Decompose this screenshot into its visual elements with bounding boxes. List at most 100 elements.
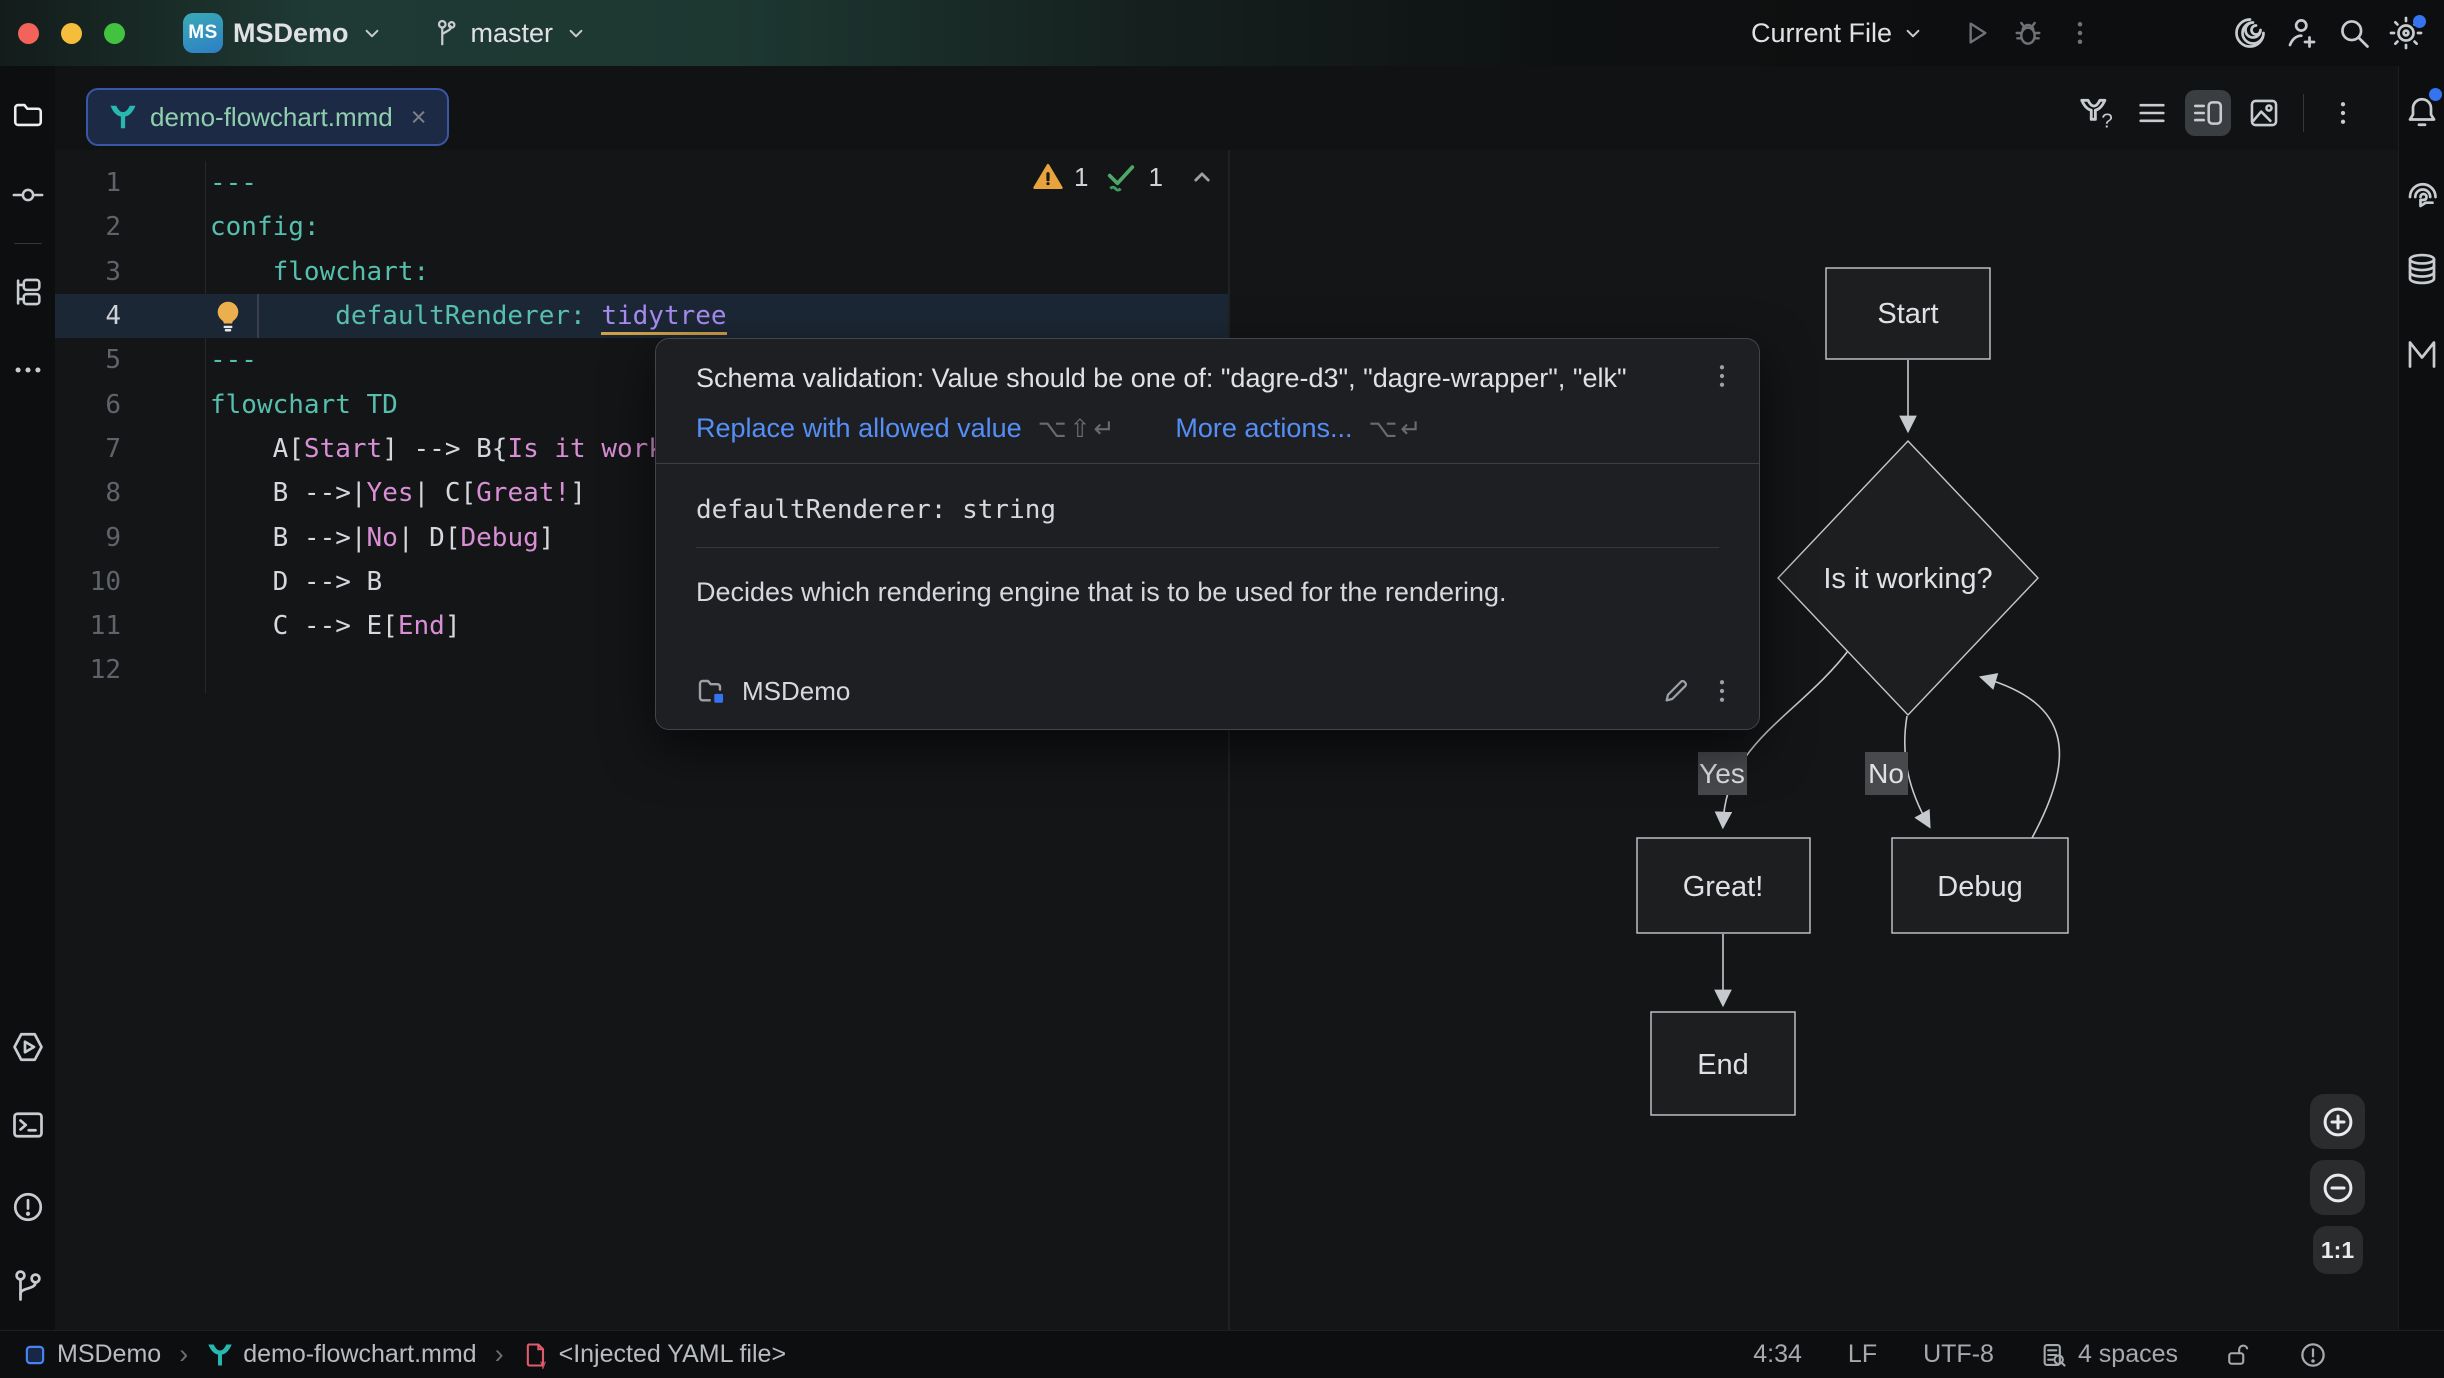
zoom-in-button[interactable] — [2310, 1094, 2365, 1149]
edge-debug-question — [1984, 678, 2059, 838]
zoom-out-button[interactable] — [2310, 1160, 2365, 1215]
svg-text:?: ? — [2101, 109, 2112, 132]
mermaid-file-icon — [108, 102, 138, 132]
code-text[interactable]: D --> B — [206, 567, 382, 597]
edit-pencil-icon[interactable] — [1661, 676, 1691, 706]
caret-position-widget[interactable]: 4:34 — [1753, 1340, 1802, 1369]
error-analysis-widget[interactable] — [2298, 1340, 2328, 1370]
structure-tool-button[interactable] — [11, 275, 45, 309]
more-actions-button[interactable] — [2058, 11, 2102, 55]
mermaid-chart-tool-button[interactable] — [2404, 335, 2440, 371]
line-number[interactable]: 5 — [55, 338, 206, 382]
warning-count[interactable]: 1 — [1074, 162, 1088, 193]
editor-preview-split-button[interactable] — [2185, 90, 2231, 136]
more-dots-icon — [11, 353, 45, 387]
code-text[interactable]: --- — [206, 168, 257, 198]
indent-doc-search-icon — [2040, 1341, 2068, 1369]
close-window-button[interactable] — [18, 23, 39, 44]
breadcrumb-file[interactable]: demo-flowchart.mmd — [206, 1340, 476, 1369]
search-everywhere-button[interactable] — [2332, 11, 2376, 55]
edge-label-no: No — [1865, 752, 1908, 795]
debug-button[interactable] — [2006, 11, 2050, 55]
kebab-menu-icon[interactable] — [1707, 676, 1737, 706]
more-actions-link[interactable]: More actions... — [1175, 413, 1352, 444]
code-with-me-button[interactable] — [2280, 11, 2324, 55]
code-text[interactable]: B -->|No| D[Debug] — [206, 523, 554, 553]
breadcrumbs: MSDemo › demo-flowchart.mmd › y <Injecte… — [22, 1339, 786, 1370]
folder-icon — [11, 98, 45, 132]
ok-count[interactable]: 1 — [1148, 162, 1162, 193]
encoding-widget[interactable]: UTF-8 — [1923, 1340, 1994, 1369]
branch-widget[interactable]: master — [431, 18, 590, 49]
mermaid-toolbar: ? — [2073, 86, 2366, 140]
minimize-window-button[interactable] — [61, 23, 82, 44]
file-lock-widget[interactable] — [2224, 1341, 2252, 1369]
structure-icon — [11, 275, 45, 309]
chevron-down-icon — [359, 20, 385, 46]
line-number[interactable]: 8 — [55, 471, 206, 515]
line-number[interactable]: 11 — [55, 604, 206, 648]
code-text[interactable]: flowchart: — [206, 257, 429, 287]
ai-chat-tool-button[interactable] — [2404, 176, 2440, 212]
kebab-menu-icon — [2328, 98, 2358, 128]
ok-check-icon — [1104, 160, 1138, 194]
project-tool-button[interactable] — [11, 98, 45, 132]
code-text[interactable]: defaultRenderer: tidytree — [206, 301, 727, 331]
editor-pane[interactable]: 1---2config:3 flowchart:4 defaultRendere… — [55, 150, 1228, 1330]
services-tool-button[interactable] — [10, 1029, 46, 1065]
tab-close-icon[interactable]: × — [411, 104, 427, 131]
terminal-tool-button[interactable] — [10, 1107, 46, 1143]
code-text[interactable]: flowchart TD — [206, 390, 398, 420]
run-button[interactable] — [1954, 11, 1998, 55]
settings-button[interactable] — [2384, 11, 2428, 55]
replace-with-allowed-value-link[interactable]: Replace with allowed value — [696, 413, 1022, 444]
preview-only-view-button[interactable] — [2241, 90, 2287, 136]
code-text[interactable]: B -->|Yes| C[Great!] — [206, 478, 586, 508]
line-number[interactable]: 2 — [55, 205, 206, 249]
line-number[interactable]: 7 — [55, 427, 206, 471]
intention-lightbulb-icon[interactable] — [210, 298, 246, 334]
notifications-button[interactable] — [2404, 94, 2440, 130]
mermaid-help-icon: ? — [2077, 94, 2115, 132]
fullscreen-window-button[interactable] — [104, 23, 125, 44]
line-number[interactable]: 3 — [55, 250, 206, 294]
code-text[interactable]: --- — [206, 345, 257, 375]
chevron-down-icon — [563, 20, 589, 46]
run-configuration-selector[interactable]: Current File — [1751, 18, 1926, 49]
ai-assistant-button[interactable] — [2228, 11, 2272, 55]
svg-text:y: y — [540, 1357, 546, 1368]
line-separator-widget[interactable]: LF — [1848, 1340, 1877, 1369]
line-number[interactable]: 10 — [55, 560, 206, 604]
editor-only-view-button[interactable] — [2129, 90, 2175, 136]
popup-options-button[interactable] — [1707, 361, 1737, 391]
mermaid-preview-pane[interactable]: Yes No Start Is it working? Great! Deb — [1230, 150, 2398, 1330]
caret-line-guide — [257, 294, 259, 338]
version-control-tool-button[interactable] — [10, 1268, 46, 1304]
more-tool-windows-button[interactable] — [11, 353, 45, 387]
zoom-reset-button[interactable]: 1:1 — [2313, 1226, 2363, 1274]
line-number[interactable]: 6 — [55, 382, 206, 426]
problems-tool-button[interactable] — [10, 1189, 46, 1225]
indent-widget[interactable]: 4 spaces — [2040, 1340, 2178, 1369]
breadcrumb-project[interactable]: MSDemo — [22, 1340, 161, 1369]
tab-options-button[interactable] — [2320, 90, 2366, 136]
mermaid-help-button[interactable]: ? — [2073, 90, 2119, 136]
previous-problem-button[interactable] — [1187, 162, 1217, 192]
flow-node-debug: Debug — [1892, 838, 2068, 933]
breadcrumb-injected-yaml[interactable]: y <Injected YAML file> — [522, 1340, 786, 1369]
line-number[interactable]: 12 — [55, 648, 206, 692]
line-number[interactable]: 1 — [55, 161, 206, 205]
project-widget[interactable]: MS MSDemo — [183, 13, 385, 53]
toolbar-divider — [2303, 94, 2304, 132]
line-number[interactable]: 4 — [55, 294, 206, 338]
code-text[interactable]: config: — [206, 212, 320, 242]
popup-divider — [696, 547, 1719, 548]
database-tool-button[interactable] — [2404, 251, 2440, 287]
code-text[interactable]: C --> E[End] — [206, 611, 460, 641]
tab-demo-flowchart[interactable]: demo-flowchart.mmd × — [86, 88, 449, 146]
line-number[interactable]: 9 — [55, 515, 206, 559]
breadcrumb-separator: › — [179, 1339, 188, 1370]
services-icon — [10, 1029, 46, 1065]
commit-tool-button[interactable] — [11, 178, 45, 212]
git-branch-icon — [431, 18, 461, 48]
